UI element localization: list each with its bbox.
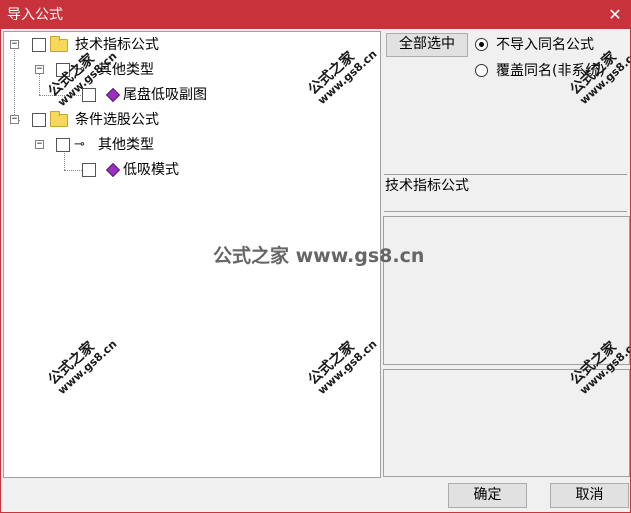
- tree-node-label: 低吸模式: [123, 162, 179, 178]
- cancel-button[interactable]: 取消: [550, 483, 629, 508]
- close-icon[interactable]: ✕: [604, 4, 626, 26]
- radio-skip-duplicates[interactable]: [475, 38, 488, 51]
- import-formula-dialog: 导入公式 ✕ − 技术指标公式 − ⊸ 其他类型 尾盘低吸副图 − 条件选股公式…: [0, 0, 631, 513]
- description-pane: [383, 216, 630, 365]
- radio-overwrite[interactable]: [475, 64, 488, 77]
- formula-gem-icon: [105, 162, 121, 178]
- folder-icon: [50, 36, 68, 52]
- watermark-center: 公式之家 www.gs8.cn: [213, 245, 425, 267]
- expand-collapse-toggle[interactable]: −: [10, 40, 19, 49]
- formula-gem-icon: [105, 87, 121, 103]
- select-all-button[interactable]: 全部选中: [386, 33, 468, 57]
- folder-icon: [50, 111, 68, 127]
- radio-skip-duplicates-label: 不导入同名公式: [496, 37, 594, 53]
- tree-node-indicator-formulas[interactable]: − 技术指标公式: [4, 34, 374, 56]
- key-icon: ⊸: [74, 137, 85, 152]
- tree-connector: [14, 45, 15, 119]
- tree-checkbox[interactable]: [32, 113, 46, 127]
- expand-collapse-toggle[interactable]: −: [35, 140, 44, 149]
- ok-button[interactable]: 确定: [448, 483, 527, 508]
- expand-collapse-toggle[interactable]: −: [35, 65, 44, 74]
- tree-node-label: 条件选股公式: [75, 112, 159, 128]
- tree-node-label: 尾盘低吸副图: [123, 87, 207, 103]
- dialog-title: 导入公式: [7, 7, 63, 23]
- expand-collapse-toggle[interactable]: −: [10, 115, 19, 124]
- selected-type-label: 技术指标公式: [385, 178, 469, 194]
- tree-node-other-type[interactable]: − ⊸ 其他类型: [4, 134, 374, 156]
- tree-checkbox[interactable]: [32, 38, 46, 52]
- tree-checkbox[interactable]: [82, 163, 96, 177]
- tree-node-stock-selection-formulas[interactable]: − 条件选股公式: [4, 109, 374, 131]
- tree-checkbox[interactable]: [56, 138, 70, 152]
- title-bar: 导入公式 ✕: [1, 1, 630, 29]
- tree-node-label: 其他类型: [98, 137, 154, 153]
- tree-node-formula-item[interactable]: 低吸模式: [4, 159, 374, 181]
